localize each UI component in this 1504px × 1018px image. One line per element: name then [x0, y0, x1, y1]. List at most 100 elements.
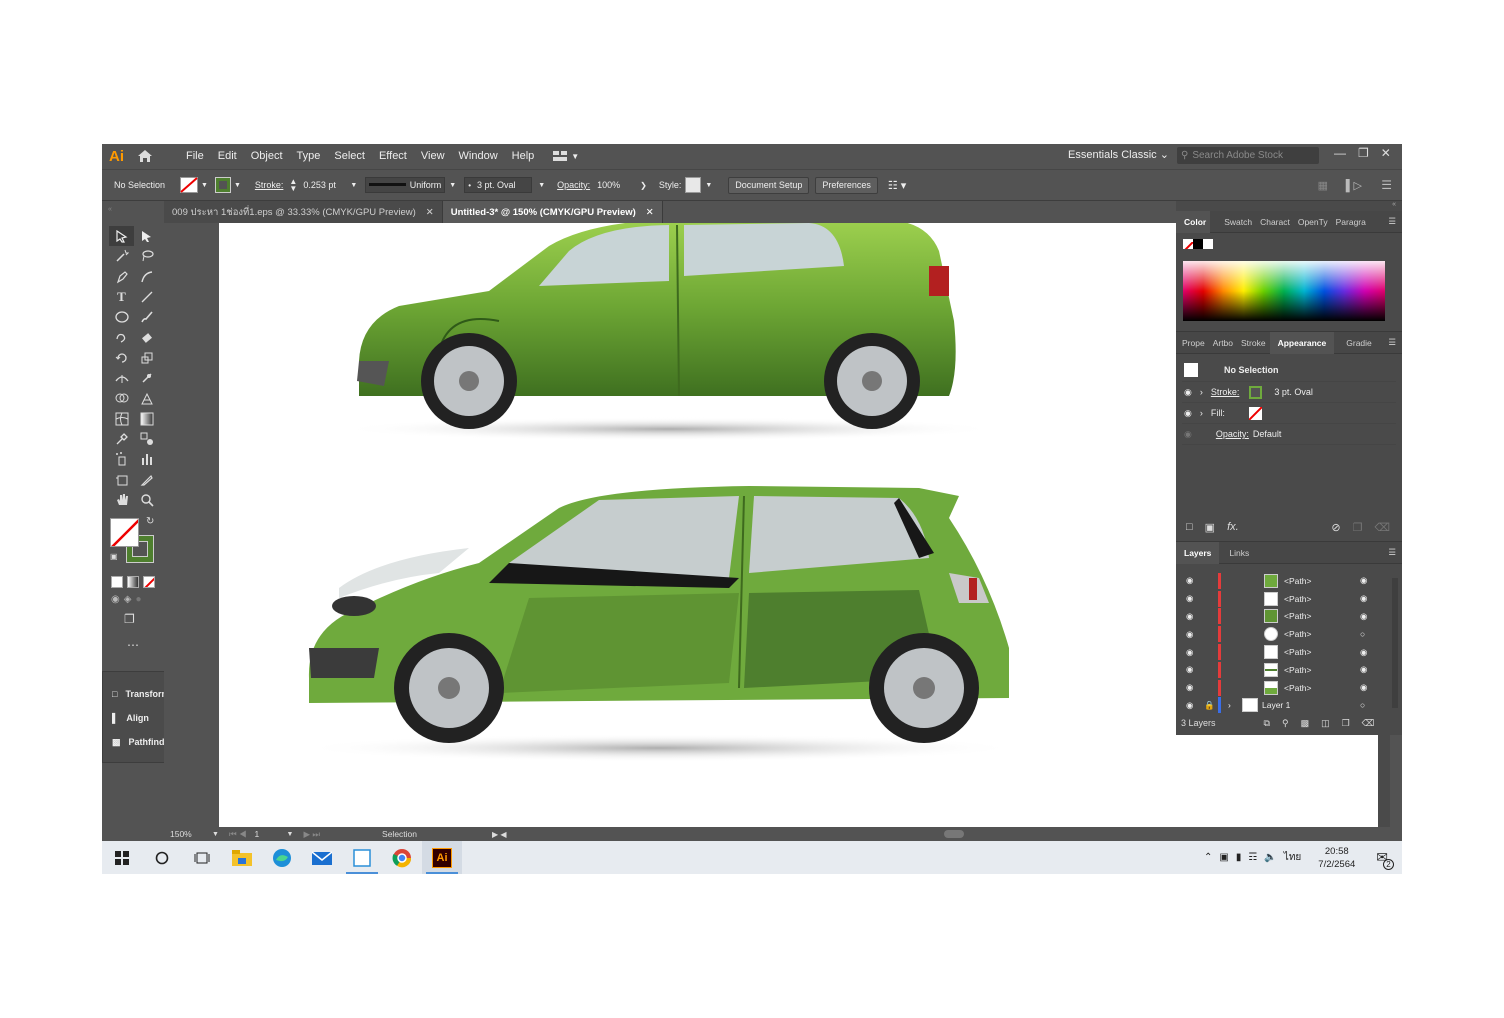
profile-dropdown-icon[interactable]: ▼ [449, 182, 456, 189]
visibility-eye-icon[interactable]: ◉ [1186, 700, 1193, 711]
battery-icon[interactable]: ▮ [1236, 852, 1242, 863]
tab-opentype[interactable]: OpenTy [1294, 217, 1332, 227]
tab-swatches[interactable]: Swatch [1220, 217, 1256, 227]
wifi-icon[interactable]: ☶ [1248, 852, 1257, 863]
appearance-stroke-row[interactable]: ◉ › Stroke: 3 pt. Oval [1182, 382, 1396, 403]
tab-properties[interactable]: Prope [1176, 338, 1209, 348]
width-tool-icon[interactable] [109, 368, 134, 388]
dock-collapse-icon[interactable]: « [1176, 201, 1402, 211]
pen-tool-icon[interactable] [109, 267, 134, 287]
horizontal-scrollbar[interactable] [944, 830, 964, 838]
visibility-eye-icon[interactable]: ◉ [1184, 387, 1192, 398]
arrange-documents-icon[interactable]: ▼ [553, 151, 579, 161]
tab-stroke[interactable]: Stroke [1237, 338, 1270, 348]
opacity-label[interactable]: Opacity: [557, 180, 590, 190]
panel-options-icon[interactable]: ☰ [1381, 178, 1392, 192]
new-sublayer-icon[interactable]: ◫ [1321, 718, 1330, 729]
locate-object-icon[interactable]: ⚲ [1282, 718, 1289, 729]
tab-links[interactable]: Links [1225, 548, 1253, 558]
none-mode-icon[interactable] [143, 576, 155, 588]
show-hidden-icons-icon[interactable]: ⌃ [1204, 852, 1212, 863]
draw-normal-icon[interactable]: ◉ [111, 594, 120, 605]
visibility-eye-icon[interactable]: ◉ [1186, 664, 1193, 675]
appearance-opacity-row[interactable]: ◉ Opacity: Default [1182, 424, 1396, 445]
fill-stroke-swatches[interactable]: ↻ ▣ [110, 516, 156, 564]
lasso-tool-icon[interactable] [134, 246, 159, 266]
close-icon[interactable]: ✕ [646, 207, 654, 218]
illustrator-taskbar-icon[interactable]: Ai [422, 841, 462, 874]
fill-swatch[interactable]: ▼ [180, 177, 208, 193]
fx-button[interactable]: fx. [1227, 521, 1239, 533]
add-stroke-icon[interactable]: □ [1186, 521, 1193, 533]
car-vector-bottom[interactable] [299, 478, 1039, 768]
layer-path-row[interactable]: ◉ <Path> ◉ [1176, 572, 1390, 590]
status-menu-icon[interactable]: ▶ ◀ [492, 830, 507, 839]
target-circle-icon[interactable]: ◉ [1360, 611, 1367, 622]
hand-tool-icon[interactable] [109, 490, 134, 510]
opacity-arrow-icon[interactable]: ❯ [640, 181, 647, 190]
eraser-tool-icon[interactable] [134, 327, 159, 347]
edge-browser-icon[interactable] [262, 841, 302, 874]
menu-file[interactable]: File [179, 150, 211, 162]
selection-tool-icon[interactable] [109, 226, 134, 247]
duplicate-item-icon[interactable]: ❐ [1353, 521, 1363, 534]
screen-mode-icon[interactable]: ❐ [124, 612, 135, 626]
shaper-tool-icon[interactable] [109, 327, 134, 347]
mail-icon[interactable] [302, 841, 342, 874]
shape-builder-tool-icon[interactable] [109, 388, 134, 408]
restore-icon[interactable]: ❐ [1358, 146, 1369, 160]
stroke-color-chip[interactable] [1249, 385, 1263, 399]
notifications-icon[interactable]: ✉ 2 [1376, 849, 1394, 870]
close-icon[interactable]: ✕ [426, 207, 434, 218]
panel-menu-icon[interactable]: ☰ [1384, 547, 1402, 558]
magic-wand-tool-icon[interactable] [109, 246, 134, 266]
fill-none-chip[interactable] [1248, 406, 1262, 420]
target-circle-icon[interactable]: ◉ [1360, 593, 1367, 604]
preferences-button[interactable]: Preferences [815, 176, 878, 194]
clock[interactable]: 20:58 7/2/2564 [1318, 845, 1355, 871]
mesh-tool-icon[interactable] [109, 409, 134, 429]
new-layer-icon[interactable]: ❐ [1342, 718, 1350, 729]
close-icon[interactable]: ✕ [1381, 146, 1391, 160]
document-setup-button[interactable]: Document Setup [728, 176, 810, 194]
tab-document-2[interactable]: Untitled-3* @ 150% (CMYK/GPU Preview) ✕ [442, 201, 663, 223]
eyedropper-tool-icon[interactable] [109, 429, 134, 449]
zoom-level[interactable]: 150% [170, 829, 206, 839]
line-segment-tool-icon[interactable] [134, 287, 159, 307]
layer-path-row[interactable]: ◉ <Path> ◉ [1176, 608, 1390, 626]
tab-layers[interactable]: Layers [1176, 541, 1220, 564]
opacity-field[interactable]: 100% [594, 177, 636, 193]
expand-chevron-icon[interactable]: › [1200, 387, 1203, 397]
zoom-dropdown-icon[interactable]: ▼ [212, 831, 219, 838]
visibility-eye-icon[interactable]: ◉ [1186, 611, 1193, 622]
chrome-icon[interactable] [382, 841, 422, 874]
scale-tool-icon[interactable] [134, 348, 159, 368]
trash-icon[interactable]: ⌫ [1374, 521, 1402, 534]
toolbox-collapse-icon[interactable]: « [108, 206, 158, 214]
brush-dropdown-icon[interactable]: ▼ [538, 182, 545, 189]
artboard-nav-next-icon[interactable]: ▶ ⏭ [303, 829, 320, 840]
brush-definition[interactable]: • 3 pt. Oval [464, 177, 533, 193]
ellipse-tool-icon[interactable] [109, 307, 134, 327]
trash-icon[interactable]: ⌫ [1362, 718, 1375, 729]
expand-chevron-icon[interactable]: › [1228, 700, 1231, 710]
variable-width-profile[interactable]: Uniform [365, 177, 446, 193]
workspace-switcher[interactable]: Essentials Classic ⌄ [1068, 148, 1169, 161]
opacity-label[interactable]: Opacity: [1216, 429, 1249, 439]
stroke-weight-dropdown-icon[interactable]: ▼ [350, 182, 357, 189]
expand-chevron-icon[interactable]: › [1200, 408, 1203, 418]
artboard-nav-icon[interactable]: ⏮ ◀ [229, 829, 247, 840]
black-swatch[interactable] [1193, 239, 1203, 249]
stroke-label[interactable]: Stroke: [1211, 387, 1240, 397]
menu-view[interactable]: View [414, 150, 452, 162]
tab-document-1[interactable]: 009 ประหา 1ช่องที่1.eps @ 33.33% (CMYK/G… [164, 201, 443, 223]
menu-select[interactable]: Select [327, 150, 372, 162]
tab-color[interactable]: Color [1176, 210, 1211, 233]
target-circle-icon[interactable]: ◉ [1360, 664, 1367, 675]
collect-export-icon[interactable]: ⧉ [1264, 718, 1270, 729]
home-icon[interactable] [137, 149, 159, 163]
align-options-icon[interactable]: ▌▷ [1346, 179, 1362, 192]
stroke-swatch[interactable]: ▼ [214, 177, 241, 193]
input-language[interactable]: ไทย [1284, 850, 1301, 865]
search-circle-icon[interactable] [142, 841, 182, 874]
